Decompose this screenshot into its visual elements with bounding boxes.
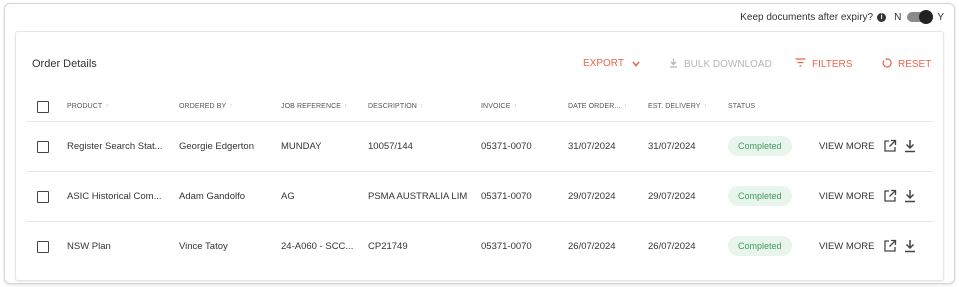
description-cell: 10057/144 bbox=[368, 141, 413, 152]
product-cell: ASIC Historical Com... bbox=[67, 191, 162, 202]
sort-arrow-icon: ↑ bbox=[703, 103, 708, 110]
table-header: PRODUCT ↑ ORDERED BY ↑ JOB REFERENCE ↑ DESC… bbox=[26, 92, 933, 122]
product-cell: Register Search Stat... bbox=[67, 141, 163, 152]
sort-arrow-icon: ↑ bbox=[229, 103, 233, 110]
sort-arrow-icon: ↑ bbox=[105, 103, 109, 110]
status-badge: Completed bbox=[728, 236, 792, 256]
view-more-button[interactable]: VIEW MORE bbox=[819, 141, 874, 152]
est-delivery-cell: 29/07/2024 bbox=[648, 191, 696, 202]
reset-label: RESET bbox=[898, 59, 932, 70]
sort-arrow-icon: ↑ bbox=[513, 103, 518, 110]
invoice-cell: 05371-0070 bbox=[481, 191, 532, 202]
filter-icon bbox=[795, 58, 806, 70]
column-header-status: STATUS bbox=[728, 103, 756, 110]
toggle-knob bbox=[919, 10, 934, 24]
date-ordered-cell: 31/07/2024 bbox=[568, 141, 616, 152]
toggle-on-label: Y bbox=[937, 11, 944, 23]
document-expiry-bar: Keep documents after expiry? i N Y bbox=[5, 4, 954, 30]
view-more-button[interactable]: VIEW MORE bbox=[819, 191, 874, 202]
page-title: Order Details bbox=[32, 58, 97, 70]
description-cell: CP21749 bbox=[368, 241, 408, 252]
column-header-date-ordered[interactable]: DATE ORDER... ↑ bbox=[568, 103, 643, 110]
info-icon[interactable]: i bbox=[877, 12, 887, 22]
est-delivery-cell: 26/07/2024 bbox=[648, 241, 696, 252]
download-icon[interactable] bbox=[904, 189, 916, 203]
sort-arrow-icon: ↑ bbox=[623, 103, 628, 110]
open-external-icon[interactable] bbox=[883, 239, 897, 253]
ordered-by-cell: Vince Tatoy bbox=[179, 241, 228, 252]
ordered-by-cell: Georgie Edgerton bbox=[179, 141, 254, 152]
column-header-description[interactable]: DESCRIPTION ↑ bbox=[368, 103, 478, 110]
export-button[interactable]: EXPORT bbox=[583, 58, 640, 69]
status-badge: Completed bbox=[728, 136, 792, 156]
download-icon[interactable] bbox=[904, 139, 916, 153]
card-header: Order Details EXPORT BULK DOWNLOAD FILTE… bbox=[16, 32, 943, 92]
sort-arrow-icon: ↑ bbox=[419, 103, 424, 110]
invoice-cell: 05371-0070 bbox=[481, 241, 532, 252]
view-more-button[interactable]: VIEW MORE bbox=[819, 241, 874, 252]
reset-icon bbox=[882, 58, 892, 71]
column-header-ordered-by[interactable]: ORDERED BY ↑ bbox=[179, 103, 271, 110]
reset-button[interactable]: RESET bbox=[882, 58, 931, 71]
job-reference-cell: AG bbox=[281, 191, 295, 202]
chevron-down-icon bbox=[632, 59, 640, 69]
sort-arrow-icon: ↑ bbox=[344, 103, 348, 110]
invoice-cell: 05371-0070 bbox=[481, 141, 532, 152]
date-ordered-cell: 29/07/2024 bbox=[568, 191, 616, 202]
est-delivery-cell: 31/07/2024 bbox=[648, 141, 696, 152]
open-external-icon[interactable] bbox=[883, 189, 897, 203]
row-checkbox[interactable] bbox=[37, 141, 49, 153]
order-details-card: Order Details EXPORT BULK DOWNLOAD FILTE… bbox=[15, 31, 944, 281]
table-row: Register Search Stat... Georgie Edgerton… bbox=[26, 122, 933, 172]
status-badge: Completed bbox=[728, 186, 792, 206]
bulk-download-label: BULK DOWNLOAD bbox=[684, 59, 772, 70]
page-container: Keep documents after expiry? i N Y Order… bbox=[4, 3, 955, 284]
row-checkbox[interactable] bbox=[37, 241, 49, 253]
export-label: EXPORT bbox=[583, 58, 624, 69]
description-cell: PSMA AUSTRALIA LIM bbox=[368, 191, 468, 202]
row-checkbox[interactable] bbox=[37, 191, 49, 203]
filters-button[interactable]: FILTERS bbox=[795, 58, 852, 70]
open-external-icon[interactable] bbox=[883, 139, 897, 153]
keep-documents-label: Keep documents after expiry? bbox=[740, 11, 874, 23]
toggle-off-label: N bbox=[894, 11, 902, 23]
table-row: ASIC Historical Com... Adam Gandolfo AG … bbox=[26, 172, 933, 222]
download-icon[interactable] bbox=[904, 239, 916, 253]
date-ordered-cell: 26/07/2024 bbox=[568, 241, 616, 252]
download-icon bbox=[669, 58, 678, 71]
column-header-est-delivery[interactable]: EST. DELIVERY ↑ bbox=[648, 103, 728, 110]
keep-documents-toggle[interactable] bbox=[907, 10, 934, 24]
column-header-job-reference[interactable]: JOB REFERENCE ↑ bbox=[281, 103, 365, 110]
select-all-checkbox[interactable] bbox=[37, 101, 49, 113]
table-row: NSW Plan Vince Tatoy 24-A060 - SCC... CP… bbox=[26, 222, 933, 272]
column-header-invoice[interactable]: INVOICE ↑ bbox=[481, 103, 561, 110]
product-cell: NSW Plan bbox=[67, 241, 111, 252]
column-header-product[interactable]: PRODUCT ↑ bbox=[67, 103, 171, 110]
job-reference-cell: 24-A060 - SCC... bbox=[281, 241, 354, 252]
filters-label: FILTERS bbox=[812, 58, 853, 70]
job-reference-cell: MUNDAY bbox=[281, 141, 322, 152]
ordered-by-cell: Adam Gandolfo bbox=[179, 191, 246, 202]
bulk-download-button[interactable]: BULK DOWNLOAD bbox=[669, 58, 772, 71]
